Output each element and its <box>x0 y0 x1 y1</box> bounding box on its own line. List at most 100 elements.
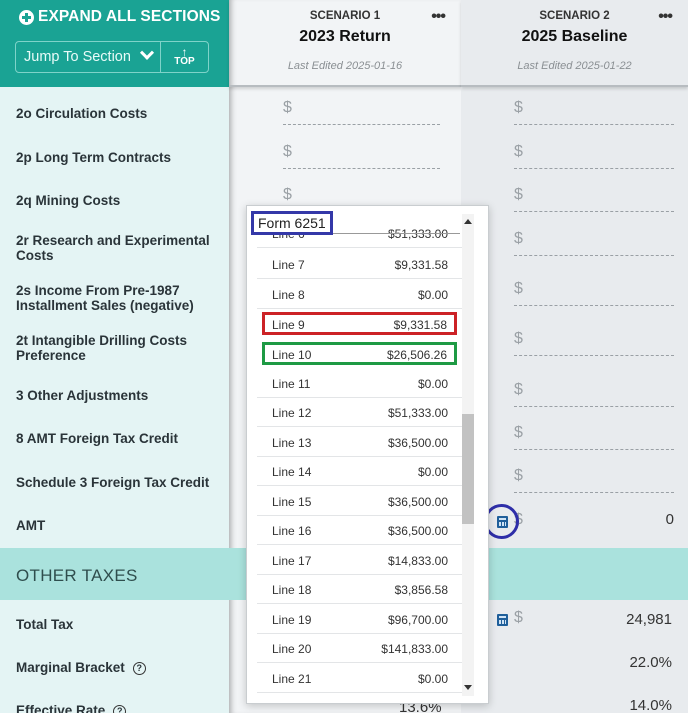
form-line-row[interactable]: Line 18 $3,856.58 <box>257 575 463 604</box>
dollar-sign: $ <box>283 186 292 203</box>
line-label: Line 15 <box>272 495 312 509</box>
marginal-bracket-value: 22.0% <box>629 654 672 671</box>
effective-rate-row: Effective Rate? <box>16 703 221 713</box>
line-label: Line 9 <box>272 318 305 332</box>
form-line-row[interactable]: Line 17 $14,833.00 <box>257 546 463 575</box>
line-label: Line 8 <box>272 288 305 302</box>
line-label: Line 17 <box>272 554 312 568</box>
marginal-bracket-row: Marginal Bracket? <box>16 660 221 675</box>
line-value: $0.00 <box>417 465 448 479</box>
dollar-sign: $ <box>514 230 523 247</box>
last-edited: Last Edited 2025-01-22 <box>517 60 632 72</box>
help-icon[interactable]: ? <box>113 705 127 713</box>
form-line-row[interactable]: Line 14 $0.00 <box>257 457 463 486</box>
expand-all-label: EXPAND ALL SECTIONS <box>38 8 221 25</box>
line-label: Line 12 <box>272 406 312 420</box>
line-label: Line 21 <box>272 672 312 686</box>
amount-input[interactable]: $ <box>514 280 674 306</box>
amount-input[interactable]: $ <box>514 186 674 212</box>
dollar-sign: $ <box>514 186 523 203</box>
amount-input[interactable]: $ <box>514 230 674 256</box>
dollar-sign: $ <box>514 609 523 626</box>
plus-circle-icon <box>19 9 34 25</box>
row-label: 2q Mining Costs <box>16 193 121 208</box>
form-line-row[interactable]: Line 16 $36,500.00 <box>257 516 463 545</box>
line-value: $3,856.58 <box>394 583 448 597</box>
form-line-row-highlighted-red[interactable]: Line 9 $9,331.58 <box>262 312 457 335</box>
expand-all-sections-button[interactable]: EXPAND ALL SECTIONS <box>19 8 220 26</box>
form-line-row[interactable]: Line 13 $36,500.00 <box>257 428 463 457</box>
row-label: 2t Intangible Drilling Costs Preference <box>16 333 188 363</box>
input-underline <box>514 124 674 125</box>
line-value: $36,500.00 <box>387 436 448 450</box>
line-label: Line 11 <box>272 377 311 391</box>
scenario-label: SCENARIO 2 <box>539 10 610 22</box>
line-value: $26,506.26 <box>386 348 447 362</box>
scenario-label: SCENARIO 1 <box>309 10 381 22</box>
form-line-row[interactable]: Line 20 $141,833.00 <box>257 634 463 663</box>
form-line-row[interactable]: Line 7 $9,331.58 <box>257 250 463 279</box>
form-line-row[interactable]: Line 15 $36,500.00 <box>257 487 463 516</box>
jump-to-section-group: Jump To Section ↑ TOP <box>15 41 209 73</box>
scenario-name: 2023 Return <box>299 28 391 45</box>
line-value: $0.00 <box>417 377 448 391</box>
form-line-row[interactable]: Line 19 $96,700.00 <box>257 605 463 634</box>
form-line-row[interactable]: Line 21 $0.00 <box>257 664 463 693</box>
scroll-down-arrow-icon[interactable] <box>464 685 472 690</box>
more-options-icon[interactable]: ••• <box>431 8 446 26</box>
form-6251-popup: Form 6251 Line 6$51,333.00 Line 7$9,331.… <box>246 205 489 704</box>
dollar-sign: $ <box>283 99 292 116</box>
form-line-row-highlighted-green[interactable]: Line 10 $26,506.26 <box>262 342 457 365</box>
form-line-row[interactable]: Line 12 $51,333.00 <box>257 398 463 427</box>
input-underline <box>514 449 674 450</box>
line-value: $51,333.00 <box>387 406 448 420</box>
amount-input[interactable]: $ <box>514 424 674 450</box>
line-value: $96,700.00 <box>387 613 448 627</box>
form-line-row[interactable]: Line 11 $0.00 <box>257 369 463 398</box>
amt-value-cell: $0 <box>514 511 674 537</box>
line-label: Line 19 <box>272 613 312 627</box>
row-label: 8 AMT Foreign Tax Credit <box>16 431 179 446</box>
dollar-sign: $ <box>283 143 292 160</box>
effective-rate-value: 14.0% <box>629 697 672 713</box>
tax-scenario-comparison: EXPAND ALL SECTIONS Jump To Section ↑ TO… <box>0 0 688 713</box>
row-label: AMT <box>16 518 46 533</box>
row-label: 2o Circulation Costs <box>16 106 148 121</box>
amount-input[interactable]: $ <box>514 381 674 407</box>
amount-input[interactable]: $ <box>283 143 440 169</box>
row-labels-column: EXPAND ALL SECTIONS Jump To Section ↑ TO… <box>0 0 229 713</box>
line-value: $0.00 <box>417 672 448 686</box>
scrollbar-thumb[interactable] <box>462 414 474 524</box>
amount-input[interactable]: $ <box>514 99 674 125</box>
jump-to-section-dropdown[interactable]: Jump To Section <box>16 42 161 72</box>
scroll-up-arrow-icon[interactable] <box>464 219 472 224</box>
effective-rate-label: Effective Rate <box>16 703 106 713</box>
help-icon[interactable]: ? <box>132 662 146 675</box>
more-options-icon[interactable]: ••• <box>658 8 673 26</box>
line-label: Line 14 <box>272 465 312 479</box>
amount-input[interactable]: $ <box>514 143 674 169</box>
popup-scrollbar[interactable] <box>462 214 474 696</box>
line-label: Line 16 <box>272 524 312 538</box>
amount-input[interactable]: $ <box>283 99 440 125</box>
popup-title: Form 6251 <box>251 211 333 235</box>
marginal-bracket-label: Marginal Bracket <box>16 660 125 675</box>
dollar-sign: $ <box>514 99 523 116</box>
line-value: $36,500.00 <box>387 524 448 538</box>
input-underline <box>514 355 674 356</box>
input-underline <box>514 255 674 256</box>
line-label: Line 20 <box>272 642 312 656</box>
amount-input[interactable]: $ <box>514 467 674 493</box>
amount-input[interactable]: $ <box>514 330 674 356</box>
calculator-icon[interactable] <box>497 614 508 626</box>
form-line-row[interactable]: Line 8 $0.00 <box>257 280 463 309</box>
total-tax-value: 24,981 <box>626 611 672 628</box>
row-label: 2r Research and Experimental Costs <box>16 233 210 263</box>
popup-pointer <box>477 514 486 530</box>
total-tax-label: Total Tax <box>16 617 74 632</box>
amt-value: 0 <box>665 511 674 528</box>
line-value: $9,331.58 <box>394 258 448 272</box>
scroll-to-top-button[interactable]: ↑ TOP <box>161 42 208 72</box>
sidebar-header: EXPAND ALL SECTIONS Jump To Section ↑ TO… <box>0 0 229 87</box>
last-edited: Last Edited 2025-01-16 <box>287 60 403 72</box>
